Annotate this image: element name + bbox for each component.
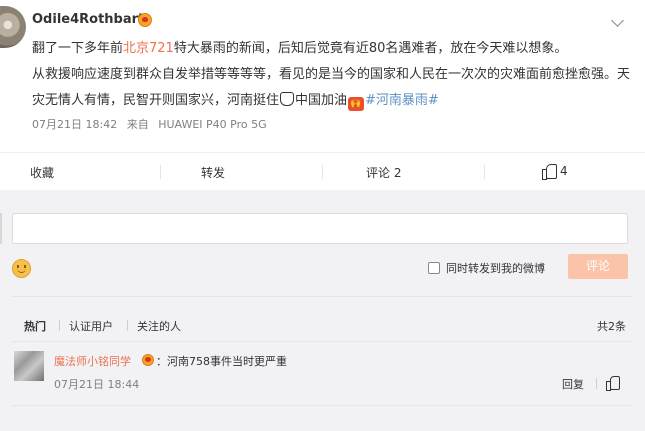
comment-like-icon[interactable]	[606, 376, 620, 391]
commenter-avatar[interactable]	[14, 351, 44, 381]
chevron-down-icon[interactable]	[611, 14, 624, 27]
tab-following[interactable]: 关注的人	[137, 318, 181, 334]
divider	[12, 405, 633, 406]
post-meta: 07月21日 18:42 来自 HUAWEI P40 Pro 5G	[32, 116, 273, 132]
action-divider	[160, 165, 161, 179]
like-count[interactable]: 4	[560, 164, 568, 178]
comment-total: 共2条	[597, 320, 626, 333]
emoji-picker-icon[interactable]	[12, 259, 31, 278]
comment-button[interactable]: 评论 2	[366, 164, 401, 181]
post-date[interactable]: 07月21日 18:42	[32, 118, 117, 131]
action-divider	[484, 165, 485, 179]
repost-checkbox[interactable]	[428, 262, 440, 274]
topic-link[interactable]: 北京721	[123, 41, 174, 56]
cheer-emoji-icon	[280, 92, 295, 106]
comment-text: ：河南758事件当时更严重	[156, 355, 287, 368]
repost-checkbox-label[interactable]: 同时转发到我的微博	[446, 260, 545, 276]
tab-hot[interactable]: 热门	[24, 318, 46, 334]
divider	[12, 296, 633, 297]
post-source-prefix: 来自	[126, 118, 149, 131]
post-text-segment: 特大暴雨的新闻，后知后觉竟有近80名遇难者，放在今天难以想象。	[173, 41, 568, 56]
vip-badge-icon	[138, 13, 152, 27]
favorite-button[interactable]: 收藏	[30, 164, 54, 181]
post-text-segment: 翻了一下多年前	[32, 41, 124, 56]
repost-button[interactable]: 转发	[201, 164, 225, 181]
post-text-segment: 中国加油	[295, 93, 348, 108]
user-avatar[interactable]	[0, 6, 26, 48]
comment-action-divider	[596, 378, 597, 389]
divider	[12, 341, 633, 342]
tab-divider	[59, 320, 60, 331]
tab-divider	[127, 320, 128, 331]
post-username[interactable]: Odile4Rothbart	[32, 12, 144, 27]
vip-badge-icon	[142, 354, 154, 366]
post-device: HUAWEI P40 Pro 5G	[158, 118, 267, 131]
commenter-name[interactable]: 魔法师小铭同学	[54, 353, 131, 369]
comment-time: 07月21日 18:44	[54, 378, 140, 391]
post-action-bar: 收藏 转发 评论 2 4	[0, 152, 645, 190]
input-edge	[0, 213, 2, 244]
reply-button[interactable]: 回复	[562, 376, 584, 392]
comment-input[interactable]	[12, 213, 628, 244]
action-divider	[322, 165, 323, 179]
like-icon[interactable]	[542, 164, 557, 180]
tab-verified[interactable]: 认证用户	[69, 318, 113, 334]
cheer-badge-icon: 🙌	[348, 97, 365, 111]
post-content: 翻了一下多年前北京721特大暴雨的新闻，后知后觉竟有近80名遇难者，放在今天难以…	[32, 36, 632, 114]
submit-comment-button[interactable]: 评论	[568, 254, 628, 279]
hashtag-link[interactable]: #河南暴雨#	[365, 93, 439, 108]
